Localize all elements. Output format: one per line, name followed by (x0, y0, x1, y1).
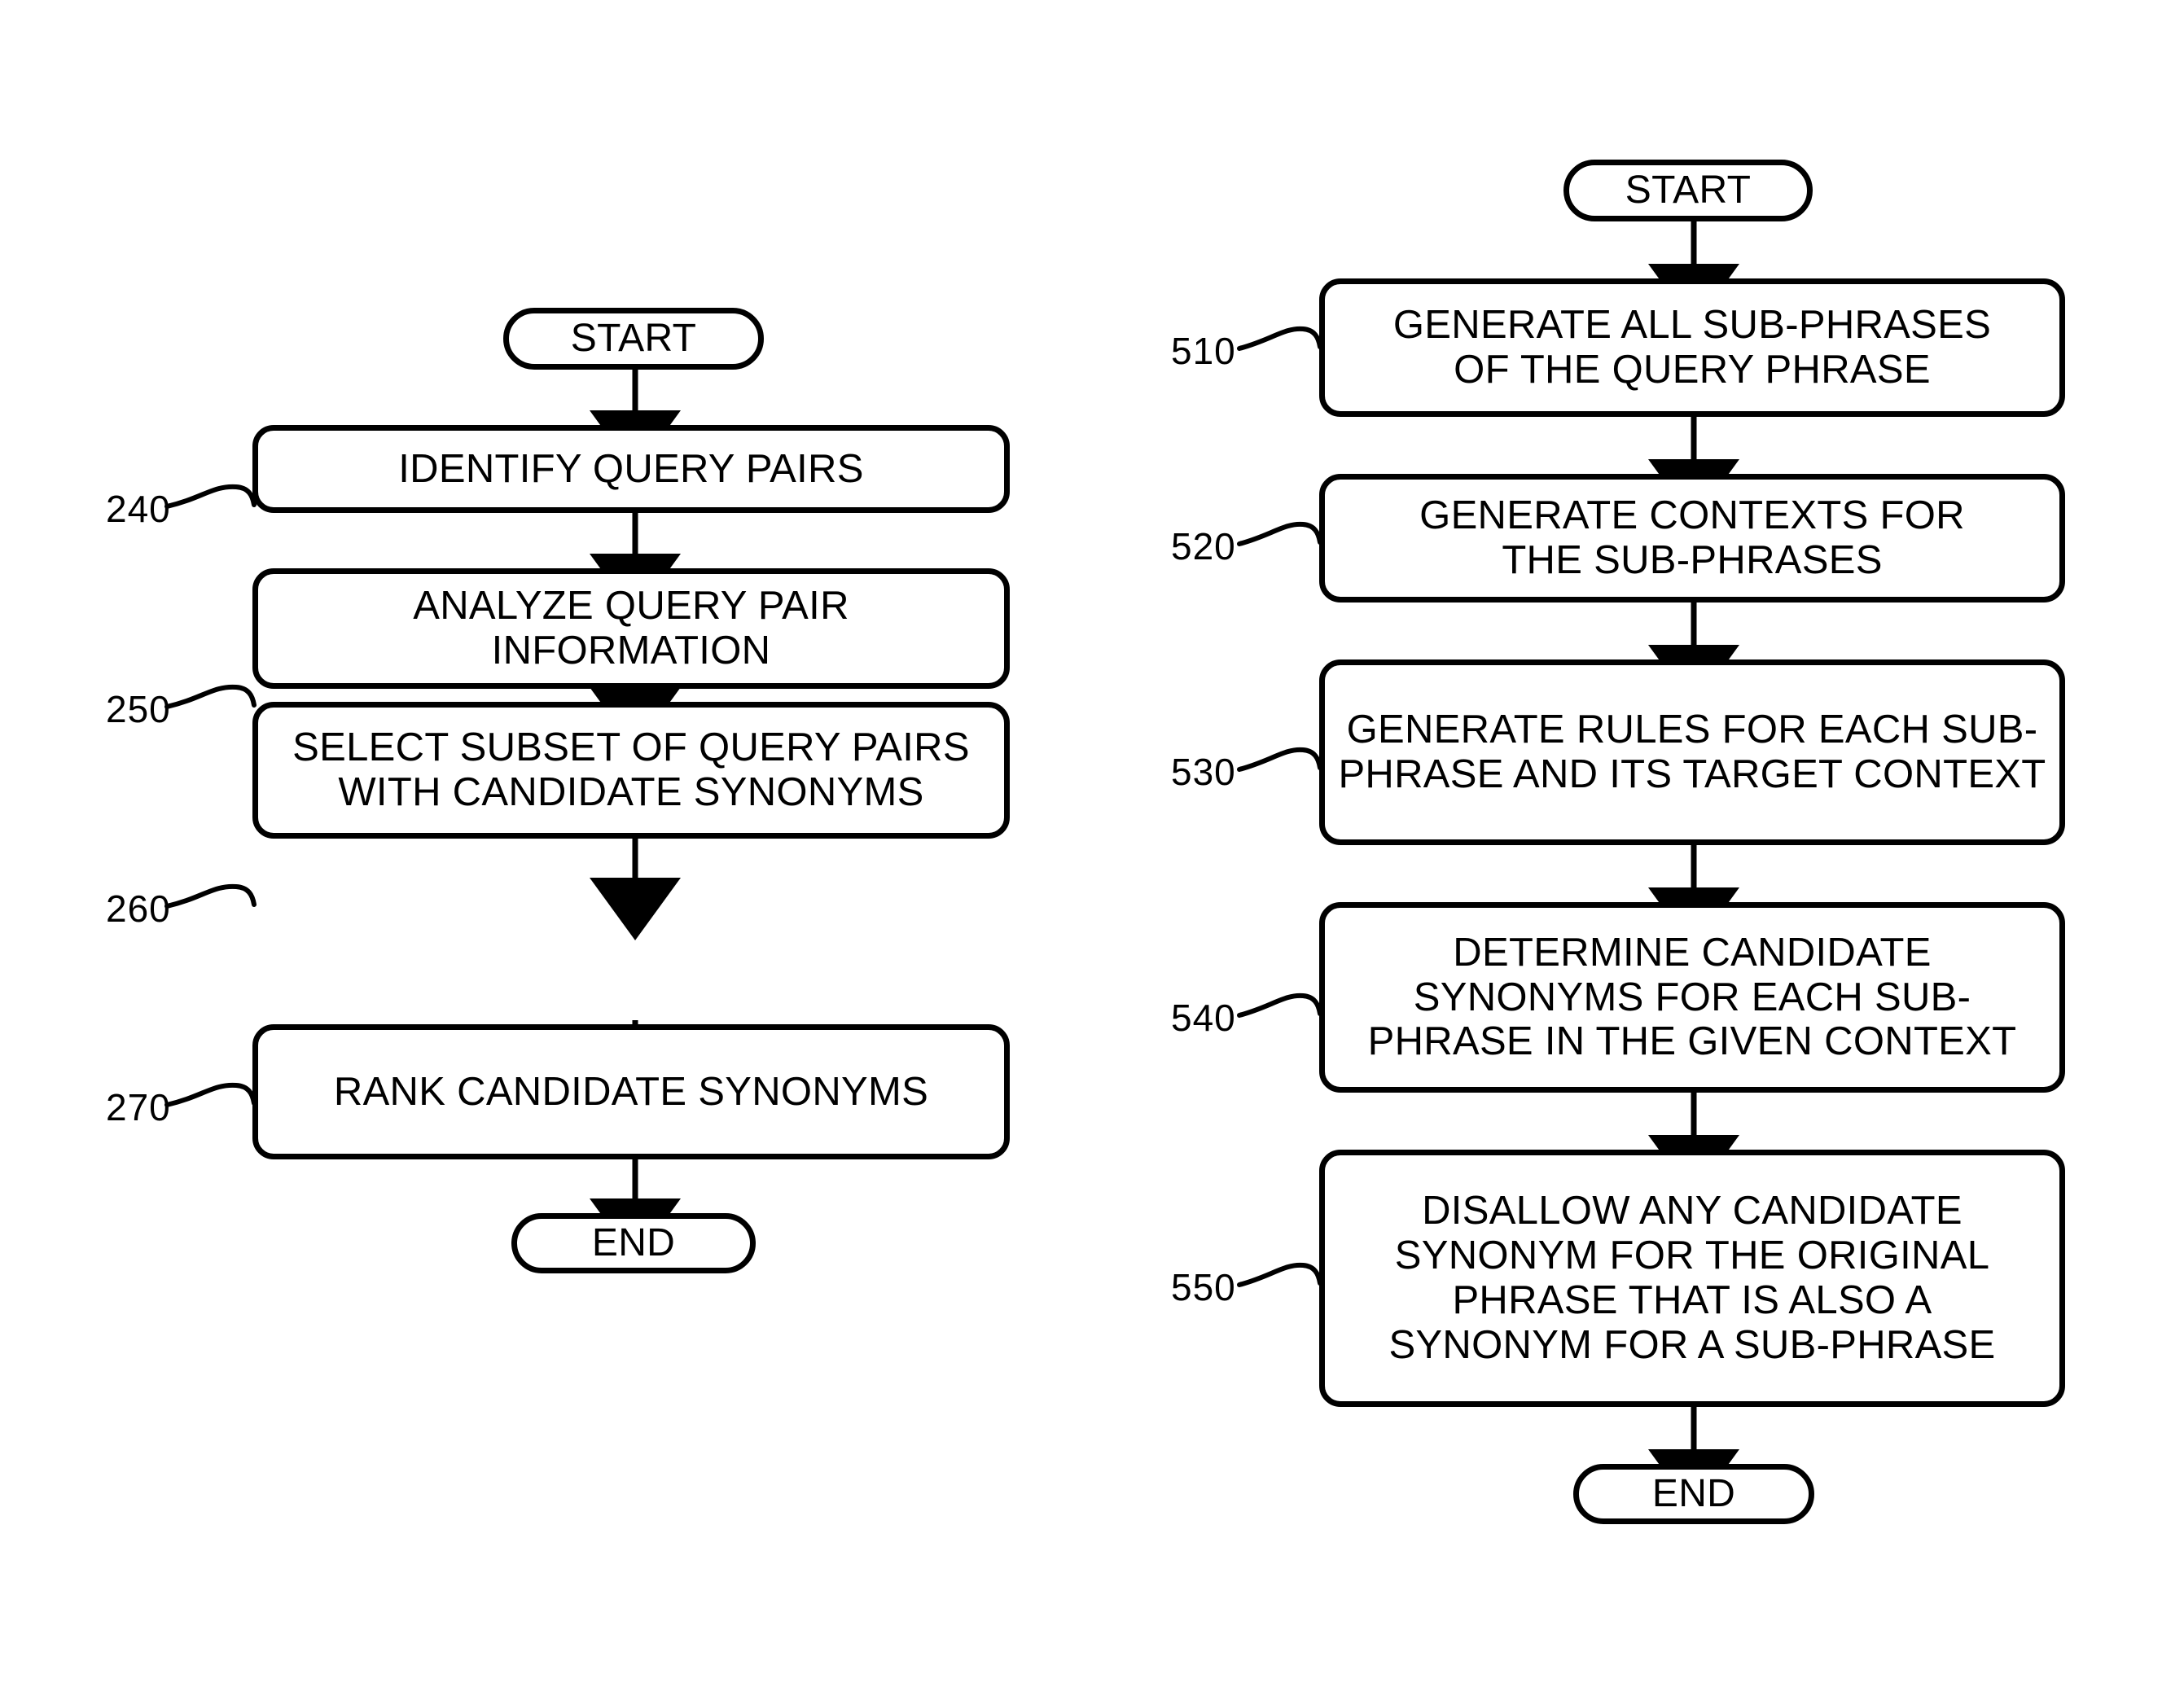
left-end-label: END (591, 1221, 676, 1265)
right-step-520-label: GENERATE CONTEXTS FOR THE SUB-PHRASES (1419, 493, 1965, 582)
ref-520: 520 (1171, 524, 1236, 568)
right-end-terminal[interactable]: END (1573, 1464, 1814, 1524)
ref-550-label: 550 (1171, 1266, 1236, 1308)
right-step-540-label: DETERMINE CANDIDATE SYNONYMS FOR EACH SU… (1367, 930, 2017, 1064)
left-step-270[interactable]: RANK CANDIDATE SYNONYMS (252, 1024, 1010, 1159)
ref-270-label: 270 (106, 1086, 171, 1128)
right-step-510-label: GENERATE ALL SUB-PHRASES OF THE QUERY PH… (1392, 303, 1992, 392)
left-step-270-label: RANK CANDIDATE SYNONYMS (333, 1069, 929, 1114)
ref-510: 510 (1171, 329, 1236, 373)
right-step-530-label: GENERATE RULES FOR EACH SUB-PHRASE AND I… (1338, 708, 2046, 796)
right-start-label: START (1625, 169, 1752, 213)
left-step-260[interactable]: SELECT SUBSET OF QUERY PAIRS WITH CANDID… (252, 702, 1010, 839)
ref-270: 270 (106, 1085, 171, 1129)
left-step-250[interactable]: ANALYZE QUERY PAIR INFORMATION (252, 568, 1010, 689)
ref-240-label: 240 (106, 488, 171, 530)
right-end-label: END (1651, 1472, 1736, 1516)
ref-530: 530 (1171, 750, 1236, 794)
left-leader-lines (164, 484, 257, 1107)
left-step-250-label: ANALYZE QUERY PAIR INFORMATION (413, 584, 849, 673)
right-step-520[interactable]: GENERATE CONTEXTS FOR THE SUB-PHRASES (1319, 474, 2065, 602)
ref-250: 250 (106, 687, 171, 731)
ref-540: 540 (1171, 996, 1236, 1040)
ref-530-label: 530 (1171, 751, 1236, 793)
left-end-terminal[interactable]: END (511, 1213, 756, 1273)
ref-540-label: 540 (1171, 997, 1236, 1039)
right-start-terminal[interactable]: START (1563, 160, 1813, 221)
left-start-terminal[interactable]: START (503, 308, 764, 370)
ref-260: 260 (106, 887, 171, 931)
right-step-530[interactable]: GENERATE RULES FOR EACH SUB-PHRASE AND I… (1319, 659, 2065, 845)
right-leader-lines (1237, 326, 1322, 1287)
left-step-240-label: IDENTIFY QUERY PAIRS (398, 446, 864, 491)
right-step-540[interactable]: DETERMINE CANDIDATE SYNONYMS FOR EACH SU… (1319, 902, 2065, 1093)
ref-550: 550 (1171, 1265, 1236, 1309)
ref-510-label: 510 (1171, 330, 1236, 372)
left-step-260-label: SELECT SUBSET OF QUERY PAIRS WITH CANDID… (292, 725, 970, 814)
right-step-510[interactable]: GENERATE ALL SUB-PHRASES OF THE QUERY PH… (1319, 278, 2065, 417)
left-step-240[interactable]: IDENTIFY QUERY PAIRS (252, 425, 1010, 513)
left-start-label: START (570, 317, 697, 361)
right-step-550[interactable]: DISALLOW ANY CANDIDATE SYNONYM FOR THE O… (1319, 1150, 2065, 1407)
ref-240: 240 (106, 487, 171, 531)
figure-canvas: START IDENTIFY QUERY PAIRS 240 ANALYZE Q… (0, 0, 2184, 1687)
ref-260-label: 260 (106, 887, 171, 930)
ref-250-label: 250 (106, 688, 171, 730)
right-step-550-label: DISALLOW ANY CANDIDATE SYNONYM FOR THE O… (1388, 1189, 1996, 1367)
ref-520-label: 520 (1171, 525, 1236, 567)
